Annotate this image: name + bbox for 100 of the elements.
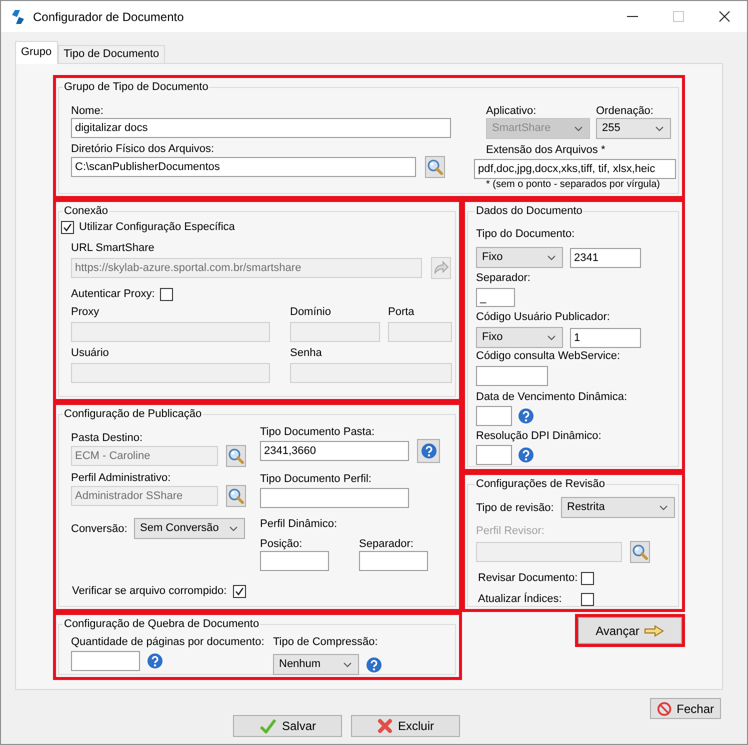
dropdown[interactable]: Restrita	[561, 497, 675, 518]
checkbox[interactable]	[232, 584, 246, 598]
text-field[interactable]: 2341,3660	[260, 441, 409, 461]
field-label: Conversão:	[71, 522, 128, 536]
tab[interactable]: Tipo de Documento	[58, 45, 166, 63]
field-label: Revisar Documento:	[478, 571, 579, 585]
group-title: Configuração de Quebra de Documento	[63, 618, 260, 631]
text-field[interactable]: _	[476, 288, 515, 307]
search-button[interactable]	[226, 485, 246, 507]
search-icon	[632, 544, 648, 560]
text-field[interactable]	[359, 551, 428, 571]
field-label: Separador:	[476, 271, 532, 285]
text-field[interactable]	[260, 488, 409, 508]
chevron-down-icon	[547, 334, 556, 340]
tab[interactable]: Grupo	[15, 41, 58, 64]
field-label: Usuário	[71, 346, 109, 360]
text-field[interactable]	[476, 445, 512, 465]
search-button[interactable]	[226, 445, 246, 467]
field-label: Perfil Revisor:	[476, 524, 546, 538]
dropdown[interactable]: Nenhum	[273, 654, 359, 675]
chevron-down-icon	[655, 126, 664, 132]
minimize-icon	[626, 16, 638, 17]
field-label: Código consulta WebService:	[476, 349, 622, 363]
group-title: Conexão	[63, 205, 110, 218]
field-label: Tipo do Documento:	[476, 227, 576, 241]
text-field[interactable]	[476, 366, 548, 386]
x-icon	[376, 718, 393, 734]
checkbox[interactable]	[581, 592, 594, 606]
text-field[interactable]	[260, 551, 329, 571]
group-title: Grupo de Tipo de Documento	[63, 81, 210, 94]
field-label: Perfil Dinâmico:	[260, 517, 338, 531]
close-button[interactable]: Fechar	[650, 698, 721, 719]
arrow-right-icon	[644, 624, 664, 636]
text-field[interactable]: 2341	[570, 248, 641, 268]
field-label: Código Usuário Publicador:	[476, 310, 611, 324]
group-title: Configurações de Revisão	[475, 478, 606, 491]
checkbox[interactable]	[581, 572, 594, 584]
check-icon	[258, 718, 277, 734]
field-label: Autenticar Proxy:	[71, 287, 155, 301]
field-label: Atualizar Índices:	[478, 592, 563, 606]
field-label: Tipo de revisão:	[476, 500, 555, 514]
field-label: Aplicativo:	[486, 104, 536, 118]
maximize-icon	[672, 11, 684, 22]
text-field[interactable]	[476, 406, 512, 426]
search-icon	[228, 488, 244, 504]
field-label: Pasta Destino:	[71, 431, 143, 445]
text-field[interactable]	[71, 651, 140, 671]
checkbox[interactable]	[160, 288, 173, 300]
field-label: Senha	[290, 346, 322, 360]
checkbox[interactable]	[61, 220, 74, 234]
chevron-down-icon	[574, 126, 583, 132]
dropdown[interactable]: 255	[596, 118, 671, 139]
search-button[interactable]	[425, 156, 445, 178]
dropdown[interactable]: Fixo	[476, 327, 563, 348]
field-label: Verificar se arquivo corrompido:	[72, 584, 227, 598]
hint-text: * (sem o ponto - separados por vírgula)	[486, 179, 660, 191]
field-label: Diretório Físico dos Arquivos:	[71, 142, 214, 156]
chevron-down-icon	[659, 504, 668, 510]
delete-button[interactable]: Excluir	[351, 715, 460, 737]
help-button[interactable]	[417, 439, 440, 463]
text-field[interactable]: pdf,doc,jpg,docx,xks,tiff, tif, xlsx,heic	[474, 159, 676, 179]
help-icon[interactable]	[518, 408, 534, 424]
go-button[interactable]	[431, 257, 451, 279]
text-field[interactable]: 1	[570, 328, 641, 348]
field-label: Extensão dos Arquivos *	[486, 143, 606, 157]
help-icon[interactable]	[147, 653, 163, 669]
save-button[interactable]: Salvar	[233, 715, 342, 737]
help-icon[interactable]	[518, 447, 534, 463]
search-icon	[228, 448, 244, 464]
group-title: Dados do Documento	[475, 205, 584, 218]
field-label: Tipo de Compressão:	[273, 635, 378, 649]
field-label: Nome:	[71, 104, 104, 118]
search-icon	[427, 159, 443, 175]
field-label: Domínio	[290, 305, 331, 319]
logo-icon	[10, 8, 26, 24]
field-label: Posição:	[260, 537, 302, 551]
help-icon[interactable]	[366, 656, 382, 672]
field-label: Tipo Documento Pasta:	[260, 425, 375, 439]
chevron-down-icon	[229, 526, 238, 532]
field-label: Tipo Documento Perfil:	[260, 472, 372, 486]
next-button[interactable]: Avançar	[578, 617, 682, 644]
field-label: Proxy	[71, 305, 100, 319]
close-icon	[718, 11, 730, 22]
help-icon	[420, 443, 436, 459]
field-label: Porta	[388, 305, 414, 319]
field-label: Separador:	[359, 537, 414, 551]
field-label: Data de Vencimento Dinâmica:	[476, 390, 628, 404]
window-title: Configurador de Documento	[33, 8, 184, 26]
text-field[interactable]: digitalizar docs	[71, 118, 451, 138]
dropdown[interactable]: Fixo	[476, 247, 563, 268]
field-label: Ordenação:	[596, 104, 654, 118]
chevron-down-icon	[547, 254, 556, 260]
no-entry-icon	[657, 700, 672, 716]
arrow-icon	[433, 260, 449, 276]
chevron-down-icon	[343, 662, 352, 668]
dropdown[interactable]: Sem Conversão	[134, 518, 245, 539]
group-title: Configuração de Publicação	[63, 408, 203, 421]
field-label: Resolução DPI Dinâmico:	[476, 429, 602, 443]
text-field[interactable]: C:\scanPublisherDocumentos	[71, 157, 416, 177]
search-button[interactable]	[630, 541, 650, 563]
